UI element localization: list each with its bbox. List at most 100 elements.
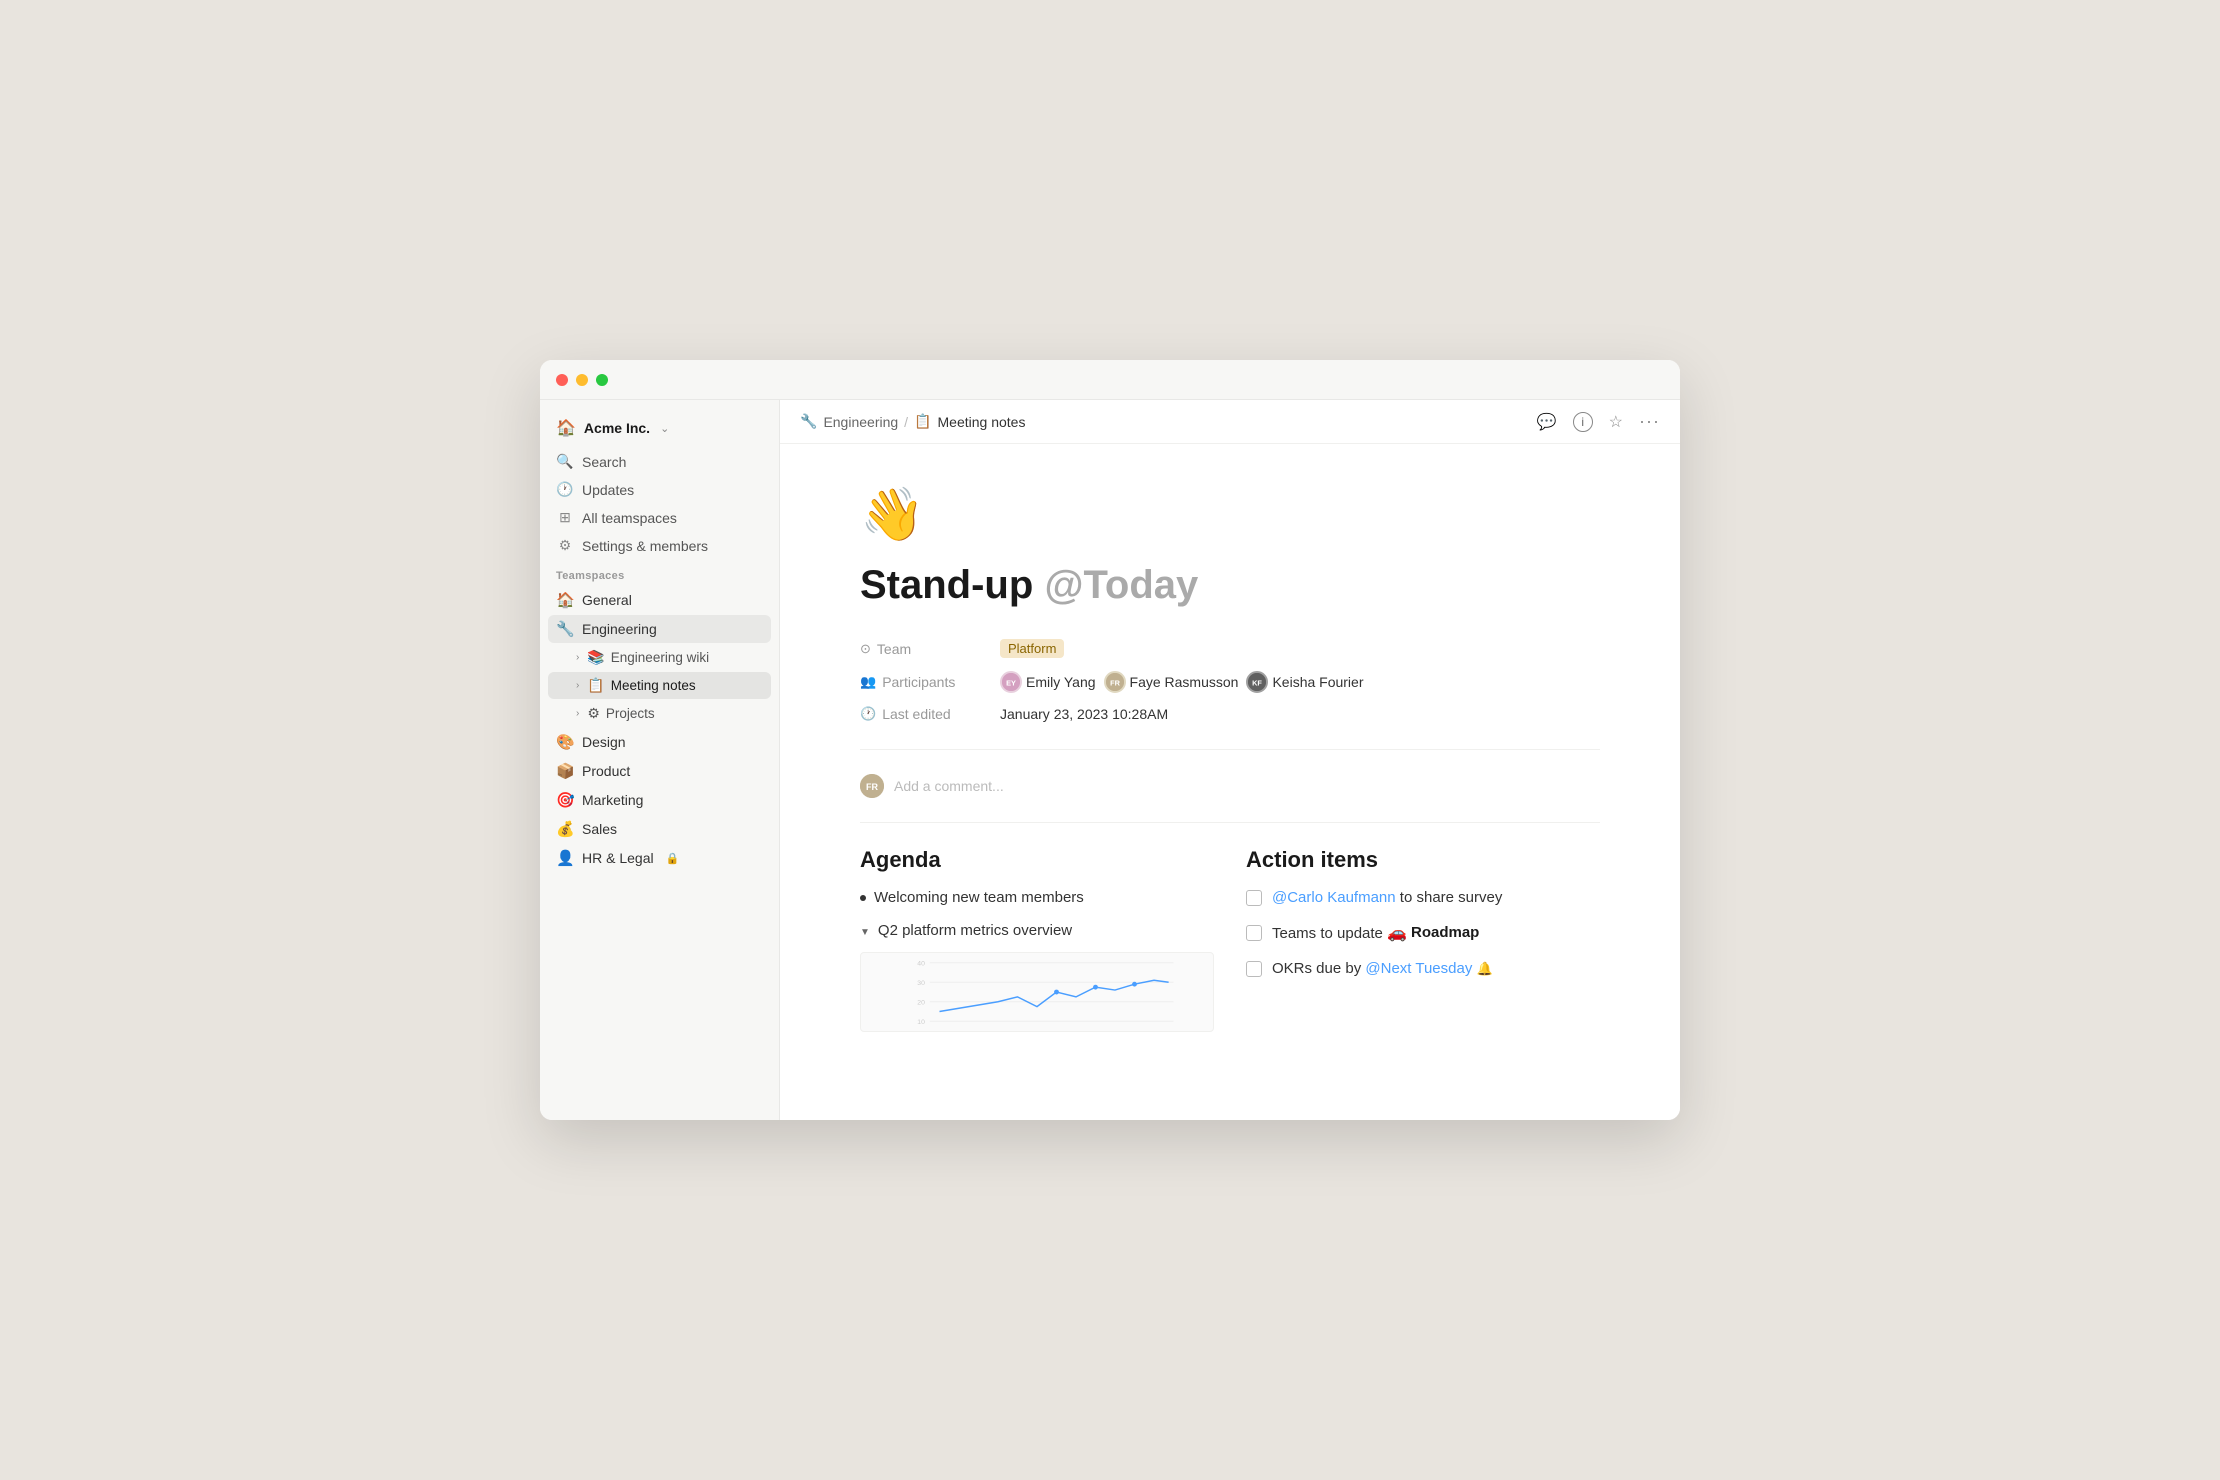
grid-icon: ⊞	[556, 509, 574, 526]
agenda-title: Agenda	[860, 847, 1214, 873]
sidebar-item-design-label: Design	[582, 734, 626, 750]
breadcrumb-page-label: Meeting notes	[938, 414, 1026, 430]
prop-value-team: Platform	[1000, 639, 1064, 658]
comment-user-avatar: FR	[860, 774, 884, 798]
minimize-button[interactable]	[576, 374, 588, 386]
palette-icon: 🎨	[556, 733, 574, 751]
chevron-right-icon: ›	[576, 652, 579, 663]
wrench-icon: 🔧	[556, 620, 574, 638]
last-edited-value: January 23, 2023 10:28AM	[1000, 706, 1168, 722]
action-item-2: OKRs due by @Next Tuesday 🔔	[1246, 958, 1600, 981]
clock-edited-icon: 🕐	[860, 706, 876, 722]
page-title-mention: @Today	[1044, 563, 1198, 607]
box-icon: 📦	[556, 762, 574, 780]
bullet-dot-icon	[860, 895, 866, 901]
workspace-chevron-icon: ⌄	[660, 422, 669, 435]
info-icon[interactable]: i	[1573, 412, 1593, 432]
prop-value-last-edited: January 23, 2023 10:28AM	[1000, 706, 1168, 722]
svg-text:KF: KF	[1253, 678, 1263, 687]
prop-label-participants-text: Participants	[882, 674, 955, 690]
divider-top	[860, 749, 1600, 750]
target-icon: 🎯	[556, 791, 574, 809]
prop-label-last-edited: 🕐 Last edited	[860, 706, 1000, 722]
agenda-item-1-text: Q2 platform metrics overview	[878, 920, 1072, 943]
prop-row-last-edited: 🕐 Last edited January 23, 2023 10:28AM	[860, 700, 1600, 729]
sidebar-item-projects[interactable]: › ⚙ Projects	[548, 700, 771, 727]
sidebar-item-all-teamspaces-label: All teamspaces	[582, 510, 677, 526]
action-item-1-text: Teams to update 🚗 Roadmap	[1272, 922, 1479, 946]
roadmap-label: Roadmap	[1411, 922, 1479, 945]
action-item-1-prefix: Teams to update	[1272, 925, 1387, 942]
projects-icon: ⚙	[587, 705, 600, 722]
action-item-2-prefix: OKRs due by	[1272, 960, 1365, 977]
sidebar-item-updates[interactable]: 🕐 Updates	[548, 476, 771, 503]
sidebar-item-search-label: Search	[582, 454, 626, 470]
search-icon: 🔍	[556, 453, 574, 470]
sidebar-item-projects-label: Projects	[606, 706, 655, 721]
prop-label-team-text: Team	[877, 641, 911, 657]
checkbox-0[interactable]	[1246, 890, 1262, 906]
checkbox-2[interactable]	[1246, 961, 1262, 977]
topbar-actions: 💬 i ☆ ···	[1537, 411, 1660, 432]
page-area: 👋 Stand-up @Today ⊙ Team Platform	[780, 444, 1680, 1120]
workspace-header[interactable]: 🏠 Acme Inc. ⌄	[548, 412, 771, 444]
comment-icon[interactable]: 💬	[1537, 412, 1557, 432]
sidebar-item-general[interactable]: 🏠 General	[548, 586, 771, 614]
svg-text:30: 30	[917, 980, 925, 987]
svg-text:EY: EY	[1006, 678, 1016, 687]
app-window: 🏠 Acme Inc. ⌄ 🔍 Search 🕐 Updates ⊞ All t…	[540, 360, 1680, 1120]
maximize-button[interactable]	[596, 374, 608, 386]
participant-emily: EY Emily Yang	[1000, 671, 1096, 693]
sidebar-item-settings-label: Settings & members	[582, 538, 708, 554]
breadcrumb-page-icon: 📋	[914, 413, 931, 430]
toggle-triangle-icon[interactable]: ▼	[860, 925, 870, 940]
title-bar	[540, 360, 1680, 400]
sidebar-item-engineering[interactable]: 🔧 Engineering	[548, 615, 771, 643]
sidebar-item-search[interactable]: 🔍 Search	[548, 448, 771, 475]
agenda-item-0: Welcoming new team members	[860, 887, 1214, 910]
svg-text:FR: FR	[1110, 678, 1120, 687]
prop-label-participants: 👥 Participants	[860, 674, 1000, 690]
sidebar-item-marketing[interactable]: 🎯 Marketing	[548, 786, 771, 814]
sidebar-item-sales[interactable]: 💰 Sales	[548, 815, 771, 843]
comment-placeholder[interactable]: Add a comment...	[894, 778, 1004, 794]
participants-icon: 👥	[860, 674, 876, 690]
sidebar-item-hr-legal[interactable]: 👤 HR & Legal 🔒	[548, 844, 771, 872]
home-icon: 🏠	[556, 591, 574, 609]
avatar-keisha: KF	[1246, 671, 1268, 693]
sidebar-item-meeting-notes[interactable]: › 📋 Meeting notes	[548, 672, 771, 699]
close-button[interactable]	[556, 374, 568, 386]
checkbox-1[interactable]	[1246, 925, 1262, 941]
sidebar-item-sales-label: Sales	[582, 821, 617, 837]
agenda-section: Agenda Welcoming new team members ▼ Q2 p…	[860, 847, 1214, 1032]
action-items-title: Action items	[1246, 847, 1600, 873]
sidebar-item-all-teamspaces[interactable]: ⊞ All teamspaces	[548, 504, 771, 531]
sidebar-item-product[interactable]: 📦 Product	[548, 757, 771, 785]
sidebar-item-design[interactable]: 🎨 Design	[548, 728, 771, 756]
more-options-icon[interactable]: ···	[1639, 411, 1660, 432]
mention-carlo: @Carlo Kaufmann	[1272, 889, 1396, 906]
action-item-2-text: OKRs due by @Next Tuesday 🔔	[1272, 958, 1493, 981]
roadmap-badge: 🚗 Roadmap	[1387, 922, 1479, 946]
sidebar-item-engineering-wiki[interactable]: › 📚 Engineering wiki	[548, 644, 771, 671]
lock-icon: 🔒	[666, 852, 680, 865]
sidebar-item-engineering-label: Engineering	[582, 621, 657, 637]
team-badge[interactable]: Platform	[1000, 639, 1064, 658]
reminder-icon: 🔔	[1477, 961, 1493, 976]
notes-icon: 📋	[587, 677, 604, 694]
participant-faye-name: Faye Rasmusson	[1130, 674, 1239, 690]
workspace-icon: 🏠	[556, 418, 576, 438]
prop-label-team: ⊙ Team	[860, 641, 1000, 657]
dollar-icon: 💰	[556, 820, 574, 838]
star-icon[interactable]: ☆	[1609, 412, 1623, 432]
sidebar-item-settings[interactable]: ⚙ Settings & members	[548, 532, 771, 559]
comment-bar[interactable]: FR Add a comment...	[860, 766, 1600, 806]
breadcrumb: 🔧 Engineering / 📋 Meeting notes	[800, 413, 1025, 430]
book-icon: 📚	[587, 649, 604, 666]
avatar-faye: FR	[1104, 671, 1126, 693]
breadcrumb-engineering-icon: 🔧	[800, 413, 817, 430]
breadcrumb-engineering-label: Engineering	[823, 414, 898, 430]
prop-row-participants: 👥 Participants EY Emily Yang	[860, 665, 1600, 700]
participant-emily-name: Emily Yang	[1026, 674, 1096, 690]
sidebar-item-hr-label: HR & Legal	[582, 850, 654, 866]
